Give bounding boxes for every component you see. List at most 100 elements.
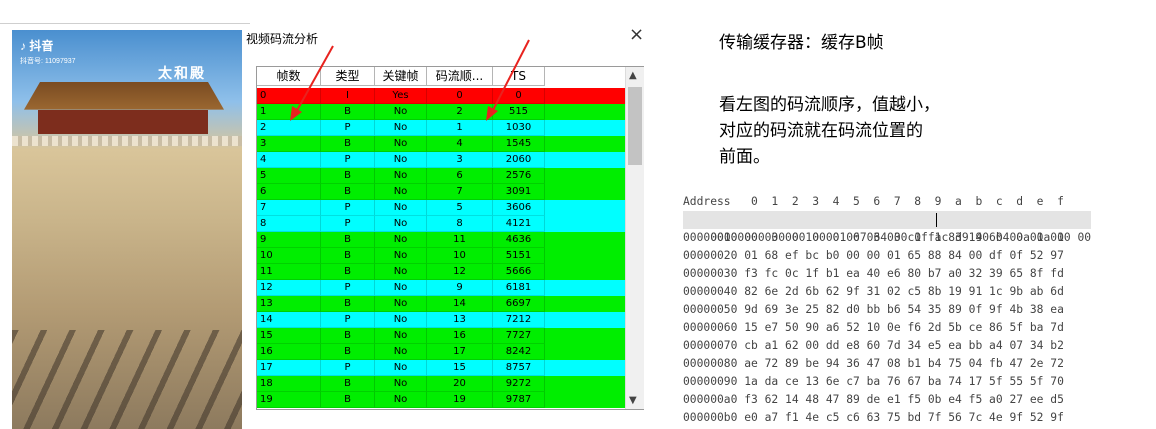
cell-keyframe: No	[375, 136, 427, 152]
hex-row[interactable]: 00000080 ae 72 89 be 94 36 47 08 b1 b4 7…	[683, 355, 1091, 373]
cell-keyframe: No	[375, 360, 427, 376]
table-row[interactable]: 14 P No 13 7212	[257, 312, 625, 328]
frame-table[interactable]: 帧数 类型 关键帧 码流顺... TS 0 I Yes 0 0 1 B No 2 515 2 P No 1…	[256, 66, 644, 410]
table-row[interactable]: 10 B No 10 5151	[257, 248, 625, 264]
cell-frame: 16	[257, 344, 321, 360]
table-row[interactable]: 7 P No 5 3606	[257, 200, 625, 216]
note-line: 前面。	[719, 147, 770, 167]
hex-row[interactable]: 00000050 9d 69 3e 25 82 d0 bb b6 54 35 8…	[683, 301, 1091, 319]
table-row[interactable]: 13 B No 14 6697	[257, 296, 625, 312]
cell-frame: 8	[257, 216, 321, 232]
column-header-frame[interactable]: 帧数	[257, 67, 321, 86]
table-row[interactable]: 19 B No 19 9787	[257, 392, 625, 408]
hex-row[interactable]: 00000030 f3 fc 0c 1f b1 ea 40 e6 80 b7 a…	[683, 265, 1091, 283]
cell-type: B	[321, 344, 375, 360]
table-row[interactable]: 9 B No 11 4636	[257, 232, 625, 248]
vertical-scrollbar[interactable]: ▲ ▼	[625, 67, 644, 409]
hex-row[interactable]: 00000010 00 03 00 10 00 00 03 03 c0 f1 8…	[683, 229, 1091, 247]
table-row[interactable]: 11 B No 12 5666	[257, 264, 625, 280]
cell-type: P	[321, 200, 375, 216]
column-header-type[interactable]: 类型	[321, 67, 375, 86]
cell-keyframe: No	[375, 248, 427, 264]
cell-stream-order: 10	[427, 248, 493, 264]
hex-header: Address 0 1 2 3 4 5 6 7 8 9 a b c d e f	[683, 195, 1064, 208]
hex-row[interactable]: 00000070 cb a1 62 00 dd e8 60 7d 34 e5 e…	[683, 337, 1091, 355]
cell-keyframe: No	[375, 232, 427, 248]
video-thumbnail: ♪ 抖音 抖音号: 11097937 太和殿	[12, 30, 242, 429]
column-header-stream-order[interactable]: 码流顺...	[427, 67, 493, 86]
table-row[interactable]: 6 B No 7 3091	[257, 184, 625, 200]
account-id: 抖音号: 11097937	[20, 58, 76, 65]
hex-row[interactable]: 00000090 1a da ce 13 6e c7 ba 76 67 ba 7…	[683, 373, 1091, 391]
marble-railing	[12, 136, 242, 146]
cell-frame: 9	[257, 232, 321, 248]
cell-stream-order: 15	[427, 360, 493, 376]
table-row[interactable]: 15 B No 16 7727	[257, 328, 625, 344]
cell-type: B	[321, 328, 375, 344]
hex-row-selected[interactable]: 00000000 00 00 00 01 67 64 00 1f ac d9 4…	[683, 211, 1092, 244]
table-row[interactable]: 4 P No 3 2060	[257, 152, 625, 168]
cell-frame: 7	[257, 200, 321, 216]
cell-ts: 515	[493, 104, 545, 120]
table-row[interactable]: 5 B No 6 2576	[257, 168, 625, 184]
table-row[interactable]: 2 P No 1 1030	[257, 120, 625, 136]
column-header-keyframe[interactable]: 关键帧	[375, 67, 427, 86]
cell-type: P	[321, 360, 375, 376]
cell-keyframe: No	[375, 344, 427, 360]
cell-keyframe: No	[375, 328, 427, 344]
hex-row[interactable]: 000000a0 f3 62 14 48 47 89 de e1 f5 0b e…	[683, 391, 1091, 409]
cell-keyframe: No	[375, 200, 427, 216]
cell-frame: 0	[257, 88, 321, 104]
hex-row[interactable]: 00000060 15 e7 50 90 a6 52 10 0e f6 2d 5…	[683, 319, 1091, 337]
cell-keyframe: No	[375, 376, 427, 392]
cell-frame: 10	[257, 248, 321, 264]
table-row[interactable]: 0 I Yes 0 0	[257, 88, 625, 104]
table-row[interactable]: 3 B No 4 1545	[257, 136, 625, 152]
scroll-up-icon[interactable]: ▲	[629, 70, 637, 81]
note-line: 看左图的码流顺序，值越小，	[719, 95, 940, 115]
cell-keyframe: No	[375, 152, 427, 168]
cell-ts: 7212	[493, 312, 545, 328]
cell-ts: 4636	[493, 232, 545, 248]
hex-dump[interactable]: Address 0 1 2 3 4 5 6 7 8 9 a b c d e f …	[683, 193, 1092, 427]
table-row[interactable]: 18 B No 20 9272	[257, 376, 625, 392]
cell-ts: 3606	[493, 200, 545, 216]
cell-frame: 14	[257, 312, 321, 328]
cell-keyframe: No	[375, 312, 427, 328]
table-row[interactable]: 16 B No 17 8242	[257, 344, 625, 360]
cell-type: B	[321, 136, 375, 152]
cell-type: B	[321, 104, 375, 120]
hex-row[interactable]: 00000020 01 68 ef bc b0 00 00 01 65 88 8…	[683, 247, 1091, 265]
cell-stream-order: 6	[427, 168, 493, 184]
table-row[interactable]: 17 P No 15 8757	[257, 360, 625, 376]
cell-frame: 11	[257, 264, 321, 280]
cell-stream-order: 17	[427, 344, 493, 360]
cell-type: B	[321, 296, 375, 312]
table-row[interactable]: 8 P No 8 4121	[257, 216, 625, 232]
cell-type: B	[321, 168, 375, 184]
cell-stream-order: 2	[427, 104, 493, 120]
scrollbar-thumb[interactable]	[628, 87, 642, 165]
cell-ts: 9272	[493, 376, 545, 392]
scroll-down-icon[interactable]: ▼	[629, 395, 637, 406]
cell-ts: 7727	[493, 328, 545, 344]
cell-keyframe: No	[375, 104, 427, 120]
cell-frame: 18	[257, 376, 321, 392]
cell-ts: 5151	[493, 248, 545, 264]
cell-stream-order: 7	[427, 184, 493, 200]
close-icon[interactable]: ×	[629, 26, 645, 44]
cell-stream-order: 11	[427, 232, 493, 248]
hex-row[interactable]: 00000040 82 6e 2d 6b 62 9f 31 02 c5 8b 1…	[683, 283, 1091, 301]
cell-type: P	[321, 152, 375, 168]
column-header-ts[interactable]: TS	[493, 67, 545, 86]
text-cursor	[936, 213, 937, 227]
cell-ts: 3091	[493, 184, 545, 200]
table-row[interactable]: 12 P No 9 6181	[257, 280, 625, 296]
cell-ts: 6181	[493, 280, 545, 296]
hall-plaque: 太和殿	[158, 66, 206, 82]
cell-type: B	[321, 264, 375, 280]
hex-row[interactable]: 000000b0 e0 a7 f1 4e c5 c6 63 75 bd 7f 5…	[683, 409, 1091, 427]
cell-ts: 1030	[493, 120, 545, 136]
cell-stream-order: 1	[427, 120, 493, 136]
table-row[interactable]: 1 B No 2 515	[257, 104, 625, 120]
